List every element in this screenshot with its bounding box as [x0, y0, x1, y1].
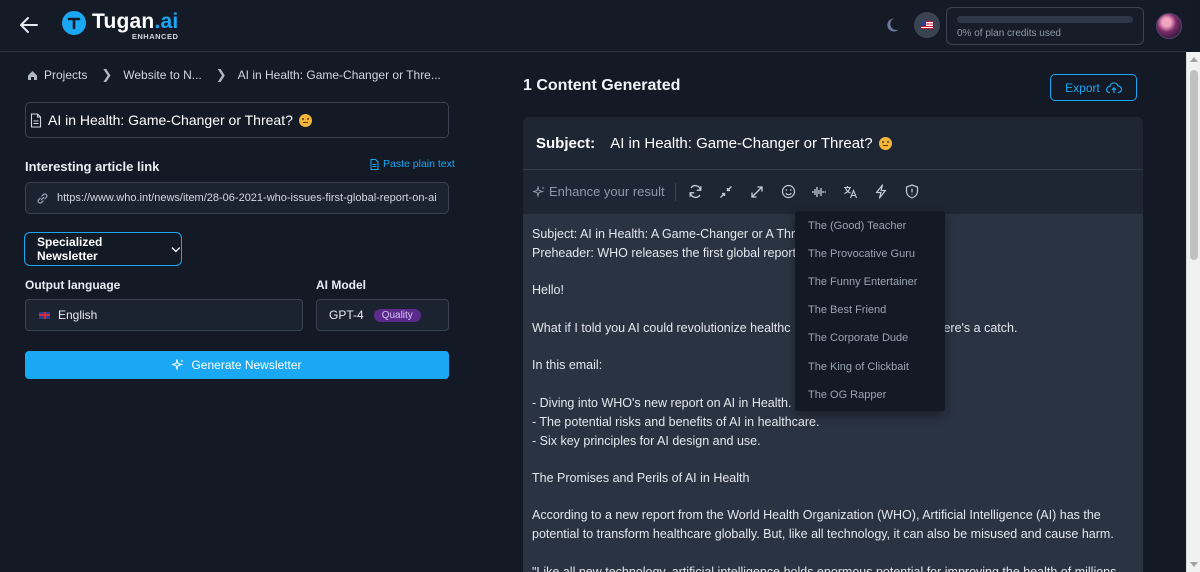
toolbar-divider [674, 182, 676, 201]
content-line: According to a new report from the World… [532, 508, 1101, 523]
result-subject-row: Subject: AI in Health: Game-Changer or T… [523, 117, 1143, 170]
home-icon [28, 70, 37, 80]
tone-option-funny-entertainer[interactable]: The Funny Entertainer [795, 268, 945, 296]
scroll-up-icon[interactable] [1190, 57, 1198, 62]
chevron-down-icon [171, 246, 181, 252]
shield-icon[interactable] [897, 180, 928, 204]
subject-key: Subject: [536, 134, 596, 152]
back-arrow-icon[interactable] [18, 14, 40, 36]
breadcrumb-projects[interactable]: Projects [27, 68, 87, 82]
breadcrumb: Projects ❯ Website to N... ❯ AI in Healt… [27, 67, 441, 83]
content-line: "Like all new technology, artificial int… [532, 564, 1117, 572]
logo[interactable]: Tugan.ai ENHANCED [62, 10, 179, 41]
tone-option-og-rapper[interactable]: The OG Rapper [795, 381, 945, 409]
breadcrumb-current: AI in Health: Game-Changer or Thre... [237, 68, 441, 82]
export-button[interactable]: Export [1050, 74, 1137, 101]
avatar[interactable] [1156, 13, 1182, 39]
tone-option-best-friend[interactable]: The Best Friend [795, 296, 945, 324]
logo-t-icon [62, 11, 86, 35]
page-scrollbar[interactable] [1186, 52, 1200, 572]
content-line: - Six key principles for AI design and u… [532, 433, 761, 448]
link-icon [37, 193, 48, 204]
expand-icon[interactable] [742, 180, 773, 204]
chevron-right-icon: ❯ [215, 67, 227, 82]
article-link-label: Interesting article link [25, 159, 160, 174]
scroll-down-icon[interactable] [1190, 562, 1198, 567]
logo-name: Tugan.ai [92, 10, 179, 33]
title-input[interactable]: AI in Health: Game-Changer or Threat? [25, 102, 449, 138]
quality-badge: Quality [373, 308, 421, 322]
newsletter-type-select[interactable]: Specialized Newsletter [24, 232, 182, 266]
credits-progress-bar [957, 16, 1133, 23]
output-language-select[interactable]: English [25, 299, 303, 331]
translate-icon[interactable] [835, 180, 866, 204]
smile-icon[interactable] [773, 180, 804, 204]
language-flag-button[interactable] [914, 12, 940, 38]
enhance-toolbar: Enhance your result [523, 170, 1143, 214]
output-language-label: Output language [25, 278, 121, 292]
us-flag-icon [921, 21, 933, 29]
credits-widget: 0% of plan credits used [946, 7, 1144, 45]
tone-option-provocative-guru[interactable]: The Provocative Guru [795, 240, 945, 268]
content-line: The Promises and Perils of AI in Health [532, 470, 750, 485]
tone-option-king-of-clickbait[interactable]: The King of Clickbait [795, 352, 945, 380]
chevron-right-icon: ❯ [101, 67, 113, 82]
scrollbar-thumb[interactable] [1190, 70, 1198, 260]
tone-option-teacher[interactable]: The (Good) Teacher [795, 212, 945, 240]
document-icon [30, 113, 42, 128]
content-line: potential to transform healthcare global… [532, 527, 1114, 542]
ai-model-select[interactable]: GPT-4 Quality [316, 299, 449, 331]
top-bar: Tugan.ai ENHANCED 0% of plan credits use… [0, 0, 1186, 52]
uk-flag-icon [39, 311, 50, 319]
ai-model-label: AI Model [316, 278, 366, 292]
article-url-input[interactable]: https://www.who.int/news/item/28-06-2021… [25, 182, 449, 214]
thinking-emoji-icon [298, 113, 312, 127]
logo-subtitle: ENHANCED [131, 32, 179, 41]
refresh-icon[interactable] [680, 180, 711, 204]
paste-plain-text-link[interactable]: Paste plain text [370, 158, 455, 170]
title-value: AI in Health: Game-Changer or Threat? [48, 112, 293, 128]
thinking-emoji-icon [878, 136, 892, 150]
content-generated-heading: 1 Content Generated [523, 77, 681, 94]
sparkles-icon [172, 359, 184, 371]
tone-dropdown-menu: The (Good) Teacher The Provocative Guru … [795, 211, 945, 411]
subject-value: AI in Health: Game-Changer or Threat? [610, 134, 873, 152]
breadcrumb-website[interactable]: Website to N... [123, 68, 201, 82]
lightning-icon[interactable] [866, 180, 897, 204]
article-url-value: https://www.who.int/news/item/28-06-2021… [57, 192, 437, 204]
content-line: - The potential risks and benefits of AI… [532, 414, 820, 429]
enhance-result-button[interactable]: Enhance your result [533, 184, 665, 199]
moon-icon[interactable] [886, 16, 904, 34]
generate-newsletter-button[interactable]: Generate Newsletter [25, 351, 449, 379]
sparkles-icon [533, 185, 545, 198]
credits-text: 0% of plan credits used [957, 28, 1061, 39]
shorten-icon[interactable] [711, 180, 742, 204]
cloud-upload-icon [1105, 81, 1122, 93]
document-icon [370, 158, 379, 170]
voice-icon[interactable] [804, 180, 835, 204]
tone-option-corporate-dude[interactable]: The Corporate Dude [795, 324, 945, 352]
